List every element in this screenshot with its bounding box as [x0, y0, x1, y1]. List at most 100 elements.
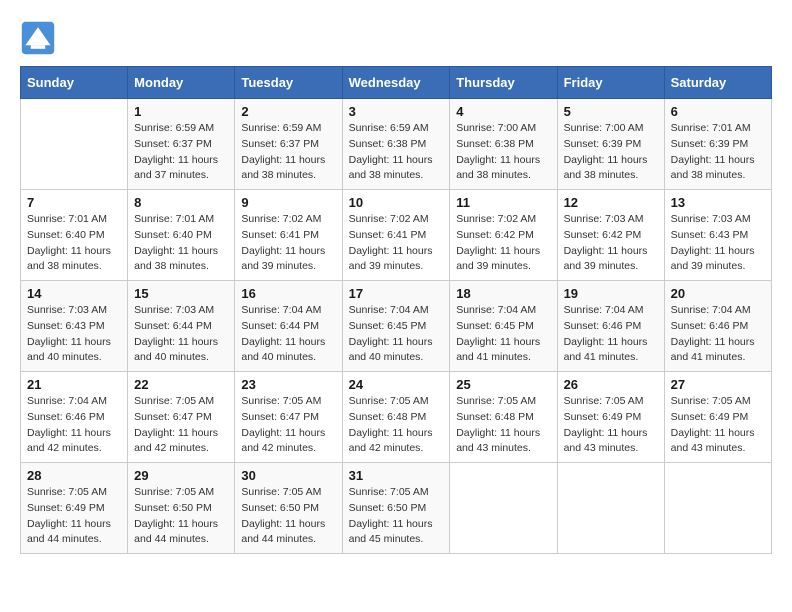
sunrise: Sunrise: 7:05 AM [671, 395, 751, 407]
day-info: Sunrise: 7:00 AM Sunset: 6:39 PM Dayligh… [564, 121, 658, 184]
day-number: 27 [671, 377, 765, 392]
sunset: Sunset: 6:38 PM [349, 138, 427, 150]
daylight: Daylight: 11 hours and 42 minutes. [241, 427, 325, 455]
sunrise: Sunrise: 7:05 AM [241, 395, 321, 407]
sunrise: Sunrise: 7:05 AM [564, 395, 644, 407]
sunset: Sunset: 6:47 PM [134, 411, 212, 423]
sunrise: Sunrise: 7:04 AM [241, 304, 321, 316]
day-info: Sunrise: 7:03 AM Sunset: 6:43 PM Dayligh… [27, 303, 121, 366]
calendar-cell: 10 Sunrise: 7:02 AM Sunset: 6:41 PM Dayl… [342, 190, 450, 281]
day-number: 13 [671, 195, 765, 210]
day-info: Sunrise: 7:02 AM Sunset: 6:41 PM Dayligh… [241, 212, 335, 275]
sunset: Sunset: 6:40 PM [134, 229, 212, 241]
calendar-cell: 20 Sunrise: 7:04 AM Sunset: 6:46 PM Dayl… [664, 281, 771, 372]
day-info: Sunrise: 7:05 AM Sunset: 6:50 PM Dayligh… [134, 485, 228, 548]
sunset: Sunset: 6:46 PM [564, 320, 642, 332]
calendar-week-2: 7 Sunrise: 7:01 AM Sunset: 6:40 PM Dayli… [21, 190, 772, 281]
day-info: Sunrise: 7:00 AM Sunset: 6:38 PM Dayligh… [456, 121, 550, 184]
sunrise: Sunrise: 7:04 AM [564, 304, 644, 316]
sunrise: Sunrise: 7:00 AM [456, 122, 536, 134]
day-info: Sunrise: 7:02 AM Sunset: 6:41 PM Dayligh… [349, 212, 444, 275]
sunset: Sunset: 6:47 PM [241, 411, 319, 423]
sunrise: Sunrise: 7:03 AM [564, 213, 644, 225]
weekday-header-friday: Friday [557, 67, 664, 99]
sunrise: Sunrise: 7:03 AM [671, 213, 751, 225]
calendar-cell: 3 Sunrise: 6:59 AM Sunset: 6:38 PM Dayli… [342, 99, 450, 190]
daylight: Daylight: 11 hours and 42 minutes. [27, 427, 111, 455]
calendar-cell: 28 Sunrise: 7:05 AM Sunset: 6:49 PM Dayl… [21, 463, 128, 554]
day-number: 6 [671, 104, 765, 119]
day-info: Sunrise: 7:04 AM Sunset: 6:45 PM Dayligh… [456, 303, 550, 366]
weekday-header-monday: Monday [128, 67, 235, 99]
sunrise: Sunrise: 7:04 AM [349, 304, 429, 316]
daylight: Daylight: 11 hours and 40 minutes. [349, 336, 433, 364]
daylight: Daylight: 11 hours and 39 minutes. [349, 245, 433, 273]
sunset: Sunset: 6:44 PM [134, 320, 212, 332]
sunset: Sunset: 6:37 PM [241, 138, 319, 150]
weekday-header-saturday: Saturday [664, 67, 771, 99]
day-info: Sunrise: 7:05 AM Sunset: 6:48 PM Dayligh… [349, 394, 444, 457]
sunrise: Sunrise: 7:01 AM [27, 213, 107, 225]
daylight: Daylight: 11 hours and 39 minutes. [456, 245, 540, 273]
daylight: Daylight: 11 hours and 44 minutes. [27, 518, 111, 546]
day-info: Sunrise: 7:05 AM Sunset: 6:47 PM Dayligh… [134, 394, 228, 457]
daylight: Daylight: 11 hours and 38 minutes. [671, 154, 755, 182]
daylight: Daylight: 11 hours and 41 minutes. [671, 336, 755, 364]
daylight: Daylight: 11 hours and 44 minutes. [134, 518, 218, 546]
calendar-cell: 29 Sunrise: 7:05 AM Sunset: 6:50 PM Dayl… [128, 463, 235, 554]
daylight: Daylight: 11 hours and 44 minutes. [241, 518, 325, 546]
day-number: 9 [241, 195, 335, 210]
daylight: Daylight: 11 hours and 38 minutes. [27, 245, 111, 273]
day-number: 21 [27, 377, 121, 392]
day-info: Sunrise: 6:59 AM Sunset: 6:38 PM Dayligh… [349, 121, 444, 184]
day-number: 5 [564, 104, 658, 119]
calendar-cell: 5 Sunrise: 7:00 AM Sunset: 6:39 PM Dayli… [557, 99, 664, 190]
calendar-cell: 8 Sunrise: 7:01 AM Sunset: 6:40 PM Dayli… [128, 190, 235, 281]
daylight: Daylight: 11 hours and 38 minutes. [349, 154, 433, 182]
sunset: Sunset: 6:37 PM [134, 138, 212, 150]
sunset: Sunset: 6:45 PM [456, 320, 534, 332]
day-number: 4 [456, 104, 550, 119]
day-info: Sunrise: 7:02 AM Sunset: 6:42 PM Dayligh… [456, 212, 550, 275]
day-number: 17 [349, 286, 444, 301]
day-number: 8 [134, 195, 228, 210]
daylight: Daylight: 11 hours and 41 minutes. [456, 336, 540, 364]
day-info: Sunrise: 7:03 AM Sunset: 6:42 PM Dayligh… [564, 212, 658, 275]
sunrise: Sunrise: 7:05 AM [456, 395, 536, 407]
sunset: Sunset: 6:43 PM [27, 320, 105, 332]
daylight: Daylight: 11 hours and 42 minutes. [134, 427, 218, 455]
sunrise: Sunrise: 7:05 AM [134, 395, 214, 407]
day-info: Sunrise: 7:01 AM Sunset: 6:40 PM Dayligh… [134, 212, 228, 275]
sunrise: Sunrise: 7:05 AM [349, 486, 429, 498]
calendar-cell: 22 Sunrise: 7:05 AM Sunset: 6:47 PM Dayl… [128, 372, 235, 463]
daylight: Daylight: 11 hours and 39 minutes. [564, 245, 648, 273]
day-number: 22 [134, 377, 228, 392]
sunrise: Sunrise: 7:05 AM [241, 486, 321, 498]
day-info: Sunrise: 6:59 AM Sunset: 6:37 PM Dayligh… [241, 121, 335, 184]
sunset: Sunset: 6:50 PM [349, 502, 427, 514]
calendar-cell: 21 Sunrise: 7:04 AM Sunset: 6:46 PM Dayl… [21, 372, 128, 463]
day-number: 7 [27, 195, 121, 210]
sunset: Sunset: 6:48 PM [349, 411, 427, 423]
calendar-cell: 17 Sunrise: 7:04 AM Sunset: 6:45 PM Dayl… [342, 281, 450, 372]
calendar-week-4: 21 Sunrise: 7:04 AM Sunset: 6:46 PM Dayl… [21, 372, 772, 463]
daylight: Daylight: 11 hours and 43 minutes. [671, 427, 755, 455]
calendar-week-1: 1 Sunrise: 6:59 AM Sunset: 6:37 PM Dayli… [21, 99, 772, 190]
day-info: Sunrise: 7:05 AM Sunset: 6:50 PM Dayligh… [349, 485, 444, 548]
calendar-cell [21, 99, 128, 190]
calendar-cell: 13 Sunrise: 7:03 AM Sunset: 6:43 PM Dayl… [664, 190, 771, 281]
day-number: 25 [456, 377, 550, 392]
daylight: Daylight: 11 hours and 40 minutes. [241, 336, 325, 364]
day-number: 18 [456, 286, 550, 301]
calendar-cell: 1 Sunrise: 6:59 AM Sunset: 6:37 PM Dayli… [128, 99, 235, 190]
daylight: Daylight: 11 hours and 39 minutes. [671, 245, 755, 273]
sunset: Sunset: 6:41 PM [349, 229, 427, 241]
daylight: Daylight: 11 hours and 41 minutes. [564, 336, 648, 364]
sunset: Sunset: 6:49 PM [27, 502, 105, 514]
weekday-header-wednesday: Wednesday [342, 67, 450, 99]
calendar-cell: 24 Sunrise: 7:05 AM Sunset: 6:48 PM Dayl… [342, 372, 450, 463]
day-number: 15 [134, 286, 228, 301]
sunrise: Sunrise: 7:04 AM [671, 304, 751, 316]
sunrise: Sunrise: 6:59 AM [241, 122, 321, 134]
calendar-cell: 4 Sunrise: 7:00 AM Sunset: 6:38 PM Dayli… [450, 99, 557, 190]
